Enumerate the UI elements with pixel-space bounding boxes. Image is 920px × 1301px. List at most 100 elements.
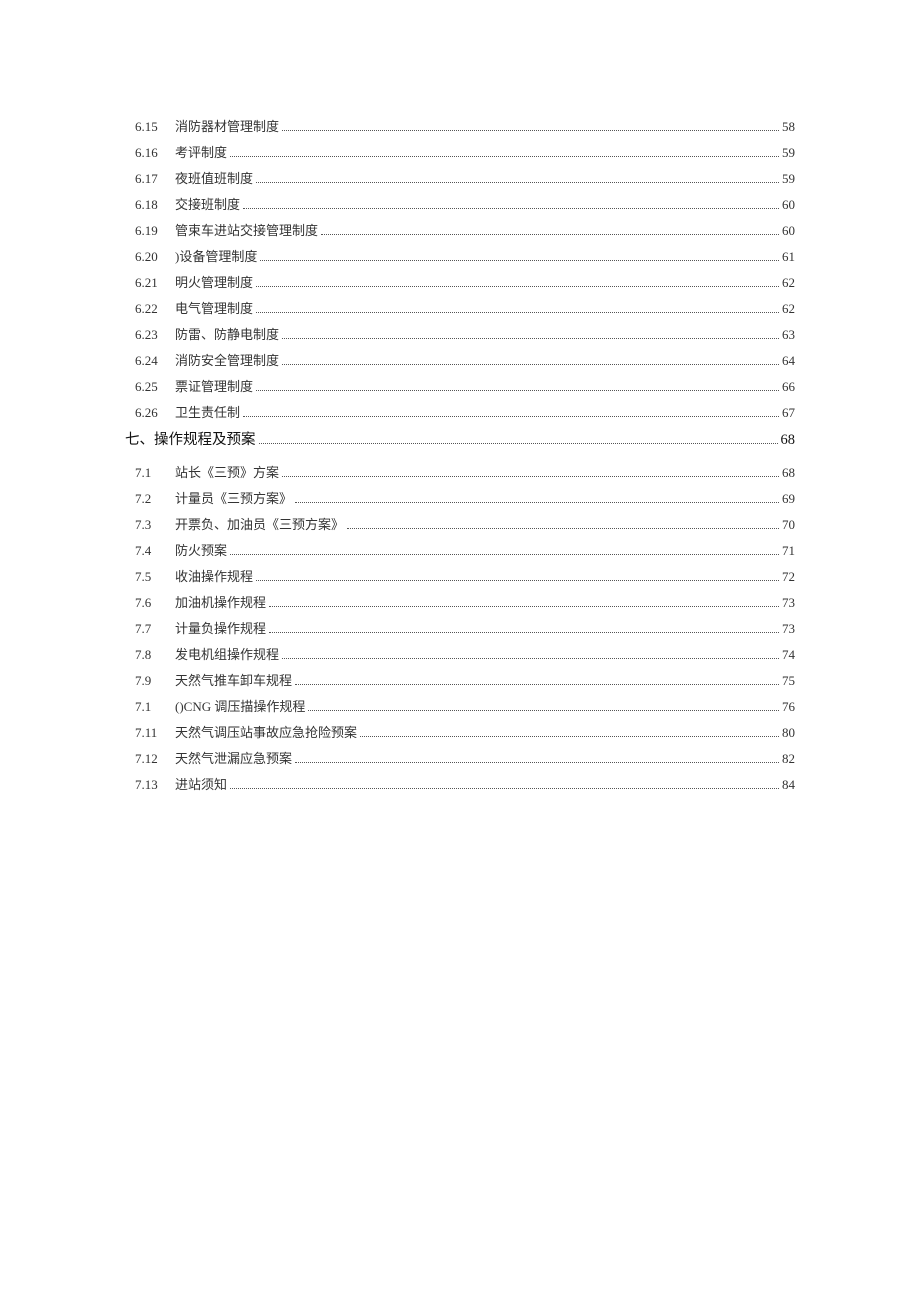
toc-leader-dots — [282, 364, 779, 365]
toc-entry: 6.19管束车进站交接管理制度 60 — [125, 224, 795, 237]
toc-number: 7.2 — [125, 492, 175, 505]
toc-entry: 6.24消防安全管理制度64 — [125, 354, 795, 367]
toc-leader-dots — [230, 554, 779, 555]
toc-entry: 7.6加油机操作规程 73 — [125, 596, 795, 609]
toc-leader-dots — [269, 632, 779, 633]
toc-title: 收油操作规程 — [175, 570, 253, 583]
toc-number: 7.1 — [125, 700, 175, 713]
toc-entry: 7.3开票负、加油员《三预方案》70 — [125, 518, 795, 531]
toc-entry: 7.1站长《三预》方案 68 — [125, 466, 795, 479]
table-of-contents: 6.15消防器材管理制度586.16考评制度596.17夜班值班制度596.18… — [125, 120, 795, 791]
toc-leader-dots — [243, 416, 779, 417]
toc-entry: 七、操作规程及预案68 — [125, 433, 795, 448]
toc-leader-dots — [321, 234, 779, 235]
toc-number: 7.13 — [125, 778, 175, 791]
toc-page-number: 76 — [782, 700, 795, 713]
toc-entry: 6.16考评制度59 — [125, 146, 795, 159]
toc-leader-dots — [260, 260, 779, 261]
toc-title: )设备管理制度 — [175, 250, 257, 263]
toc-page-number: 61 — [782, 250, 795, 263]
toc-leader-dots — [295, 502, 779, 503]
toc-number: 6.20 — [125, 250, 175, 263]
toc-leader-dots — [256, 390, 779, 391]
toc-page-number: 73 — [782, 622, 795, 635]
toc-leader-dots — [282, 130, 779, 131]
toc-page-number: 68 — [782, 466, 795, 479]
toc-number: 7.1 — [125, 466, 175, 479]
toc-leader-dots — [230, 788, 779, 789]
toc-title: 夜班值班制度 — [175, 172, 253, 185]
toc-entry: 7.7计量负操作规程73 — [125, 622, 795, 635]
toc-leader-dots — [259, 443, 778, 444]
toc-page-number: 68 — [781, 433, 796, 448]
toc-number: 7.6 — [125, 596, 175, 609]
toc-number: 6.24 — [125, 354, 175, 367]
toc-title: 天然气调压站事故应急抢险预案 — [175, 726, 357, 739]
toc-title: 消防安全管理制度 — [175, 354, 279, 367]
toc-title: 卫生责任制 — [175, 406, 240, 419]
toc-page-number: 60 — [782, 198, 795, 211]
toc-entry: 7.9天然气推车卸车规程75 — [125, 674, 795, 687]
toc-leader-dots — [282, 338, 779, 339]
toc-page-number: 80 — [782, 726, 795, 739]
toc-leader-dots — [230, 156, 779, 157]
toc-title: 天然气泄漏应急预案 — [175, 752, 292, 765]
toc-number: 6.19 — [125, 224, 175, 237]
toc-title: 交接班制度 — [175, 198, 240, 211]
toc-page-number: 67 — [782, 406, 795, 419]
toc-entry: 6.18交接班制度 60 — [125, 198, 795, 211]
toc-title: ()CNG 调压描操作规程 — [175, 700, 305, 713]
toc-title: 站长《三预》方案 — [175, 466, 279, 479]
toc-leader-dots — [256, 182, 779, 183]
toc-title: 加油机操作规程 — [175, 596, 266, 609]
toc-page-number: 82 — [782, 752, 795, 765]
toc-page-number: 72 — [782, 570, 795, 583]
toc-leader-dots — [256, 312, 779, 313]
toc-title: 天然气推车卸车规程 — [175, 674, 292, 687]
toc-entry: 7.11天然气调压站事故应急抢险预案80 — [125, 726, 795, 739]
toc-number: 6.26 — [125, 406, 175, 419]
toc-number: 6.23 — [125, 328, 175, 341]
toc-number: 6.22 — [125, 302, 175, 315]
toc-page-number: 71 — [782, 544, 795, 557]
toc-title: 消防器材管理制度 — [175, 120, 279, 133]
toc-leader-dots — [295, 762, 779, 763]
toc-leader-dots — [295, 684, 779, 685]
toc-title: 票证管理制度 — [175, 380, 253, 393]
toc-number: 6.17 — [125, 172, 175, 185]
toc-entry: 7.1()CNG 调压描操作规程 76 — [125, 700, 795, 713]
toc-page-number: 84 — [782, 778, 795, 791]
toc-title: 电气管理制度 — [175, 302, 253, 315]
toc-leader-dots — [256, 580, 779, 581]
toc-page-number: 62 — [782, 302, 795, 315]
toc-title: 防火预案 — [175, 544, 227, 557]
toc-entry: 7.2计量员《三预方案》69 — [125, 492, 795, 505]
toc-leader-dots — [269, 606, 779, 607]
toc-leader-dots — [347, 528, 779, 529]
toc-entry: 6.22电气管理制度 62 — [125, 302, 795, 315]
toc-leader-dots — [282, 658, 779, 659]
toc-page-number: 75 — [782, 674, 795, 687]
toc-entry: 6.21明火管理制度62 — [125, 276, 795, 289]
toc-entry: 7.5收油操作规程72 — [125, 570, 795, 583]
toc-number: 6.18 — [125, 198, 175, 211]
toc-entry: 7.12天然气泄漏应急预案82 — [125, 752, 795, 765]
toc-leader-dots — [282, 476, 779, 477]
toc-leader-dots — [360, 736, 779, 737]
toc-page-number: 69 — [782, 492, 795, 505]
toc-entry: 6.25票证管理制度66 — [125, 380, 795, 393]
toc-title: 管束车进站交接管理制度 — [175, 224, 318, 237]
toc-entry: 7.13进站须知 84 — [125, 778, 795, 791]
toc-title: 开票负、加油员《三预方案》 — [175, 518, 344, 531]
toc-page-number: 74 — [782, 648, 795, 661]
toc-entry: 6.23防雷、防静电制度 63 — [125, 328, 795, 341]
toc-page-number: 63 — [782, 328, 795, 341]
toc-number: 7.4 — [125, 544, 175, 557]
toc-title: 进站须知 — [175, 778, 227, 791]
toc-number: 6.15 — [125, 120, 175, 133]
toc-leader-dots — [256, 286, 779, 287]
toc-title: 防雷、防静电制度 — [175, 328, 279, 341]
toc-entry: 6.17夜班值班制度59 — [125, 172, 795, 185]
toc-page-number: 60 — [782, 224, 795, 237]
toc-page-number: 73 — [782, 596, 795, 609]
